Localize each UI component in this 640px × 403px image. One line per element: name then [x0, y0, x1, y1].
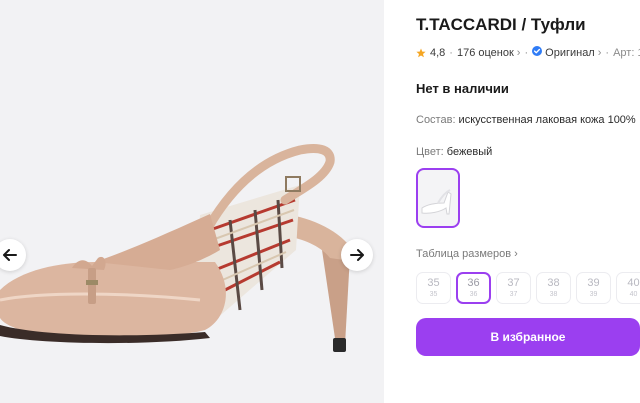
size-option[interactable]: 38 38 — [536, 272, 571, 304]
size-sub-value: 35 — [429, 291, 438, 298]
size-option[interactable]: 39 39 — [576, 272, 611, 304]
size-sub-value: 36 — [469, 291, 478, 298]
separator-dot: · — [605, 46, 610, 59]
product-meta-row: 4,8 · 176 оценок› · Оригинал› · Арт: 10 — [416, 46, 640, 59]
color-swatch-selected[interactable] — [416, 168, 460, 228]
availability-status: Нет в наличии — [416, 81, 509, 96]
size-option[interactable]: 37 37 — [496, 272, 531, 304]
arrow-right-icon — [350, 249, 364, 261]
size-sub-value: 39 — [589, 291, 598, 298]
size-sub-value: 38 — [549, 291, 558, 298]
size-value: 37 — [507, 277, 520, 289]
color-line: Цвет: бежевый — [416, 146, 492, 158]
add-to-favorites-button[interactable]: В избранное — [416, 318, 640, 356]
size-value: 38 — [547, 277, 560, 289]
article-number: Арт: 10 — [613, 46, 640, 59]
product-image-gallery — [0, 0, 384, 403]
size-value: 40 — [627, 277, 640, 289]
size-selector: 35 35 36 36 37 37 38 38 39 39 40 40 — [416, 272, 640, 304]
composition-label: Состав: — [416, 114, 456, 126]
size-value: 36 — [467, 277, 480, 289]
star-icon — [416, 48, 426, 57]
arrow-left-icon — [3, 249, 17, 261]
original-badge[interactable]: Оригинал › — [532, 46, 601, 59]
size-option[interactable]: 35 35 — [416, 272, 451, 304]
rating-value: 4,8 — [430, 46, 446, 59]
separator-dot: · — [524, 46, 529, 59]
next-image-button[interactable] — [341, 239, 373, 271]
size-option[interactable]: 40 40 — [616, 272, 640, 304]
product-image — [0, 144, 358, 352]
size-value: 39 — [587, 277, 600, 289]
size-option[interactable]: 36 36 — [456, 272, 491, 304]
product-title: T.TACCARDI / Туфли — [416, 15, 586, 34]
chevron-right-icon: › — [597, 47, 602, 59]
size-value: 35 — [427, 277, 440, 289]
chevron-right-icon: › — [516, 46, 521, 59]
size-table-link[interactable]: Таблица размеров › — [416, 248, 518, 260]
size-sub-value: 37 — [509, 291, 518, 298]
color-label: Цвет: — [416, 146, 444, 158]
size-sub-value: 40 — [629, 291, 638, 298]
separator-dot: · — [449, 46, 453, 59]
composition-line: Состав: искусственная лаковая кожа 100% — [416, 114, 636, 126]
swatch-thumbnail — [421, 189, 452, 215]
reviews-link[interactable]: 176 оценок › — [457, 47, 521, 59]
chevron-right-icon: › — [514, 248, 518, 260]
reviews-count: 176 оценок — [456, 46, 514, 59]
product-info-panel: T.TACCARDI / Туфли 4,8 · 176 оценок › · О… — [416, 0, 640, 403]
color-value: бежевый — [443, 146, 493, 158]
verified-check-icon — [532, 46, 543, 56]
size-table-label: Таблица размеров — [416, 248, 512, 260]
composition-value: искусственная лаковая кожа 100% — [455, 114, 636, 126]
original-label: Оригинал — [545, 47, 595, 59]
